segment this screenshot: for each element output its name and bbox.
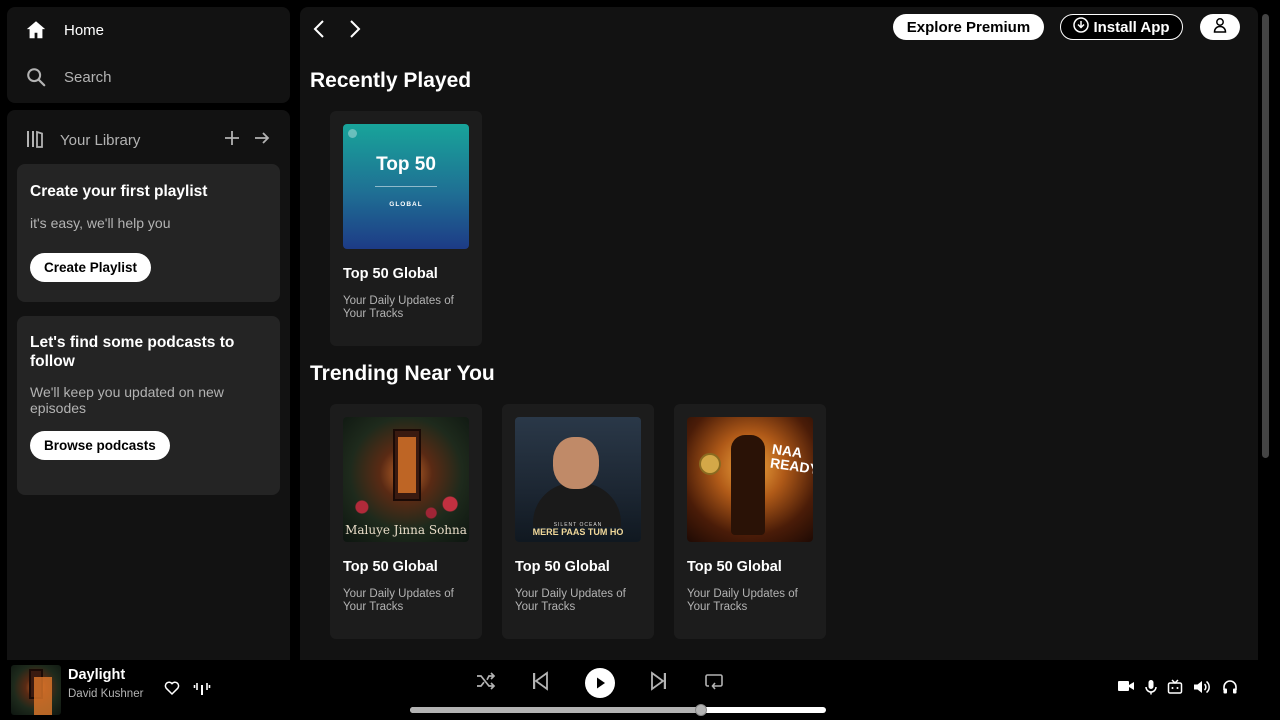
tile-title: Top 50 Global xyxy=(343,559,438,575)
user-menu-button[interactable] xyxy=(1200,14,1240,40)
headphones-icon[interactable] xyxy=(1222,679,1238,700)
repeat-icon[interactable] xyxy=(704,671,724,696)
playlist-cover: Top 50 GLOBAL xyxy=(343,124,469,249)
queue-icon[interactable] xyxy=(1167,679,1183,700)
cover-caption: MERE PAAS TUM HO xyxy=(532,527,624,537)
play-icon xyxy=(597,677,605,689)
nav-home-label: Home xyxy=(64,21,105,39)
nav-search[interactable]: Search xyxy=(25,66,112,88)
install-app-button[interactable]: Install App xyxy=(1060,14,1183,40)
create-playlist-button[interactable]: Create Playlist xyxy=(30,253,152,282)
home-icon xyxy=(25,19,47,41)
cover-caption: NAA READY xyxy=(769,440,813,478)
now-playing-cover[interactable] xyxy=(11,665,61,715)
create-playlist-subtitle: it's easy, we'll help you xyxy=(30,215,171,231)
tile-recent-top50[interactable]: Top 50 GLOBAL Top 50 Global Your Daily U… xyxy=(330,111,482,346)
tile-title: Top 50 Global xyxy=(343,266,438,282)
tile-trending-2[interactable]: SILENT OCEAN MERE PAAS TUM HO Top 50 Glo… xyxy=(502,404,654,639)
spotify-logo-icon xyxy=(348,129,357,138)
artist-body-image xyxy=(533,483,621,527)
figure-image xyxy=(731,435,765,535)
tile-desc: Your Daily Updates of Your Tracks xyxy=(515,588,626,613)
album-cover: SILENT OCEAN MERE PAAS TUM HO xyxy=(515,417,641,542)
main-scrollbar[interactable] xyxy=(1262,14,1269,458)
broadcast-icon[interactable] xyxy=(193,680,211,701)
badge-image xyxy=(699,453,721,475)
section-title-recently-played: Recently Played xyxy=(310,69,472,92)
skip-previous-icon[interactable] xyxy=(531,671,549,696)
player-bar: Daylight David Kushner xyxy=(0,660,1280,720)
chevron-right-icon[interactable] xyxy=(346,19,362,44)
install-app-label: Install App xyxy=(1093,18,1170,36)
sidebar-nav: Home Search xyxy=(7,7,290,103)
microphone-icon[interactable] xyxy=(1144,679,1158,700)
shuffle-icon[interactable] xyxy=(475,671,497,696)
now-playing-title[interactable]: Daylight xyxy=(68,667,125,683)
section-title-trending: Trending Near You xyxy=(310,362,495,385)
tile-trending-3[interactable]: NAA READY Top 50 Global Your Daily Updat… xyxy=(674,404,826,639)
podcast-card-title: Let's find some podcasts to follow xyxy=(30,334,235,370)
cover-divider xyxy=(375,186,437,187)
explore-premium-button[interactable]: Explore Premium xyxy=(893,14,1044,40)
podcast-card: Let's find some podcasts to follow We'll… xyxy=(17,316,280,495)
album-cover: Maluye Jinna Sohna xyxy=(343,417,469,542)
app-root: Home Search Your Library Create your fir… xyxy=(0,0,1280,720)
plus-icon[interactable] xyxy=(223,129,241,152)
create-playlist-title: Create your first playlist xyxy=(30,183,208,200)
progress-fill xyxy=(410,707,702,713)
nav-home[interactable]: Home xyxy=(25,19,104,41)
arrow-right-icon[interactable] xyxy=(253,129,271,152)
now-playing-artist[interactable]: David Kushner xyxy=(68,688,143,700)
skip-next-icon[interactable] xyxy=(650,671,668,696)
album-cover: NAA READY xyxy=(687,417,813,542)
tile-desc: Your Daily Updates of Your Tracks xyxy=(687,588,798,613)
podcast-card-subtitle: We'll keep you updated on new episodes xyxy=(30,384,224,416)
tile-title: Top 50 Global xyxy=(687,559,782,575)
user-icon xyxy=(1212,17,1228,37)
main-content: Explore Premium Install App Recently Pla… xyxy=(300,7,1258,660)
phone-booth-image xyxy=(393,429,421,501)
chevron-left-icon[interactable] xyxy=(312,19,328,44)
library-header: Your Library xyxy=(25,127,275,153)
tile-title: Top 50 Global xyxy=(515,559,610,575)
cover-subtitle: GLOBAL xyxy=(389,201,423,208)
tile-desc: Your Daily Updates of Your Tracks xyxy=(343,588,454,613)
explore-premium-label: Explore Premium xyxy=(906,18,1031,36)
volume-icon[interactable] xyxy=(1193,679,1211,700)
cover-title: Top 50 xyxy=(376,154,436,175)
create-playlist-card: Create your first playlist it's easy, we… xyxy=(17,164,280,302)
play-button[interactable] xyxy=(585,668,615,698)
library-icon[interactable] xyxy=(25,129,45,154)
artist-face-image xyxy=(553,437,599,489)
library-title[interactable]: Your Library xyxy=(60,132,140,149)
library-panel: Your Library Create your first playlist … xyxy=(7,110,290,660)
progress-handle[interactable] xyxy=(695,704,708,716)
cover-caption: Maluye Jinna Sohna xyxy=(345,523,467,537)
flowers-image xyxy=(343,492,469,522)
phone-booth-image xyxy=(29,669,52,715)
search-icon xyxy=(25,66,47,88)
heart-icon[interactable] xyxy=(164,680,180,701)
playback-progress-bar[interactable] xyxy=(410,704,826,716)
nav-search-label: Search xyxy=(64,68,112,86)
video-camera-icon[interactable] xyxy=(1117,679,1135,698)
browse-podcasts-button[interactable]: Browse podcasts xyxy=(30,431,170,460)
download-icon xyxy=(1073,17,1093,37)
tile-desc: Your Daily Updates of Your Tracks xyxy=(343,295,454,320)
tile-trending-1[interactable]: Maluye Jinna Sohna Top 50 Global Your Da… xyxy=(330,404,482,639)
